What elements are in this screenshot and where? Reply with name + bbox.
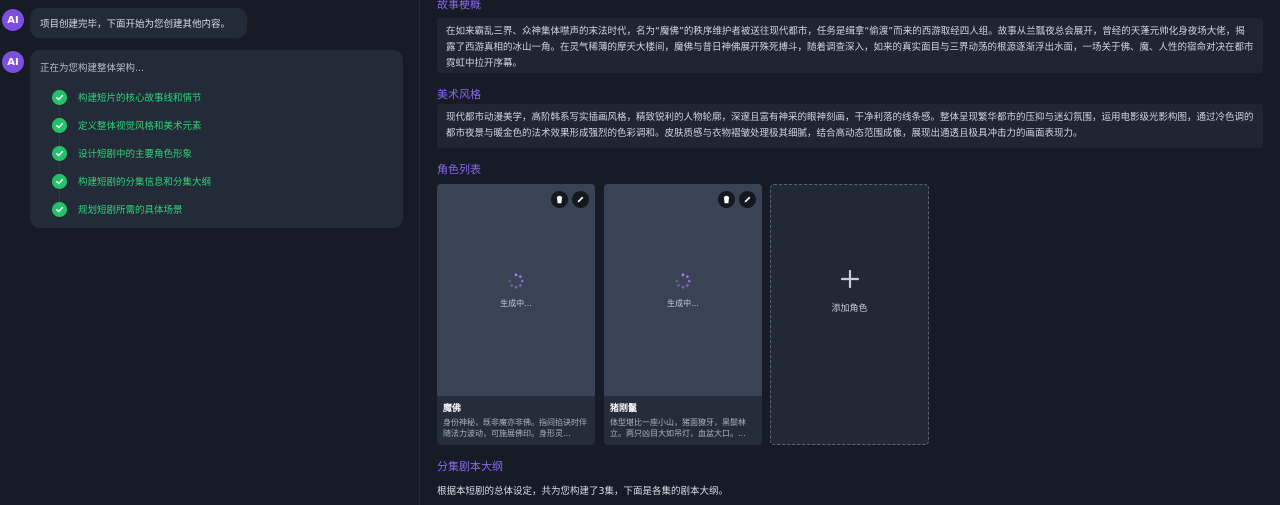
trash-icon [556,195,563,204]
episodes-section-title: 分集剧本大纲 [437,460,503,473]
progress-step: 构建短片的核心故事线和情节 [52,83,393,111]
character-description: 身份神秘，既非魔亦非佛。指间掐诀时伴随法力波动，可施展佛印。身形灵... [443,418,587,438]
app-root: AI 项目创建完毕，下面开始为您创建其他内容。 AI 正在为您构建整体架构...… [0,0,1280,505]
check-circle-icon [52,201,67,217]
episodes-intro-text: 根据本短剧的总体设定，共为您构建了3集，下面是各集的剧本大纲。 [437,486,729,497]
progress-step-label: 规划短剧所需的具体场景 [78,205,183,216]
art-style-section-title: 美术风格 [437,88,481,101]
progress-step: 定义整体视觉风格和美术元素 [52,111,393,139]
progress-step: 规划短剧所需的具体场景 [52,195,393,223]
character-card[interactable]: 生成中... 魔佛 身份神秘，既非魔亦非佛。指间掐诀时伴随法力波动，可施展佛印。… [437,184,595,445]
chat-message: 项目创建完毕，下面开始为您创建其他内容。 [30,8,247,38]
delete-button[interactable] [551,191,568,208]
progress-step-label: 构建短剧的分集信息和分集大纲 [78,177,212,188]
art-style-text: 现代都市动漫美学，高阶韩系写实插画风格，精致锐利的人物轮廓，深邃且富有神采的眼神… [437,104,1263,148]
loading-spinner-icon [675,273,691,289]
character-name: 猪刚鬣 [610,404,638,414]
character-info: 猪刚鬣 体型堪比一座小山，猪面獠牙，黑鬃林立。两只凶目大如吊灯，血盆大口。... [604,396,762,445]
progress-steps: 构建短片的核心故事线和情节 定义整体视觉风格和美术元素 设计短剧中的主要角色形象 [40,83,393,223]
pencil-icon [744,196,751,203]
loading-spinner-icon [508,273,524,289]
chat-panel: AI 项目创建完毕，下面开始为您创建其他内容。 AI 正在为您构建整体架构...… [0,0,419,505]
characters-section-title: 角色列表 [437,163,481,176]
plus-icon [841,270,859,288]
trash-icon [723,195,730,204]
character-description: 体型堪比一座小山，猪面獠牙，黑鬃林立。两只凶目大如吊灯，血盆大口。... [610,418,746,438]
story-summary-text: 在如来霸乱三界、众神集体噤声的末法时代，名为“魔佛”的秩序维护者被送往现代都市，… [437,18,1263,73]
add-character-label: 添加角色 [831,304,868,314]
progress-message: 正在为您构建整体架构... 构建短片的核心故事线和情节 定义整体视觉风格和美术元… [30,50,403,228]
story-section-title: 故事梗概 [437,0,481,11]
progress-step: 构建短剧的分集信息和分集大纲 [52,167,393,195]
ai-avatar: AI [2,51,24,73]
character-name: 魔佛 [443,404,462,414]
edit-button[interactable] [739,191,756,208]
check-circle-icon [52,173,67,189]
progress-status-text: 正在为您构建整体架构... [40,63,145,74]
progress-step-label: 构建短片的核心故事线和情节 [78,93,202,104]
ai-avatar: AI [2,9,24,31]
character-card[interactable]: 生成中... 猪刚鬣 体型堪比一座小山，猪面獠牙，黑鬃林立。两只凶目大如吊灯，血… [604,184,762,445]
add-character-button[interactable]: 添加角色 [770,184,929,445]
generating-text: 生成中... [500,299,532,308]
check-circle-icon [52,117,67,133]
pencil-icon [577,196,584,203]
character-info: 魔佛 身份神秘，既非魔亦非佛。指间掐诀时伴随法力波动，可施展佛印。身形灵... [437,396,595,445]
card-actions [718,191,756,208]
edit-button[interactable] [572,191,589,208]
progress-step: 设计短剧中的主要角色形象 [52,139,393,167]
progress-step-label: 设计短剧中的主要角色形象 [78,149,193,160]
chat-message-text: 项目创建完毕，下面开始为您创建其他内容。 [40,19,231,30]
progress-step-label: 定义整体视觉风格和美术元素 [78,121,202,132]
delete-button[interactable] [718,191,735,208]
content-panel: 故事梗概 在如来霸乱三界、众神集体噤声的末法时代，名为“魔佛”的秩序维护者被送往… [420,0,1280,505]
check-circle-icon [52,89,67,105]
check-circle-icon [52,145,67,161]
card-actions [551,191,589,208]
generating-text: 生成中... [667,299,699,308]
